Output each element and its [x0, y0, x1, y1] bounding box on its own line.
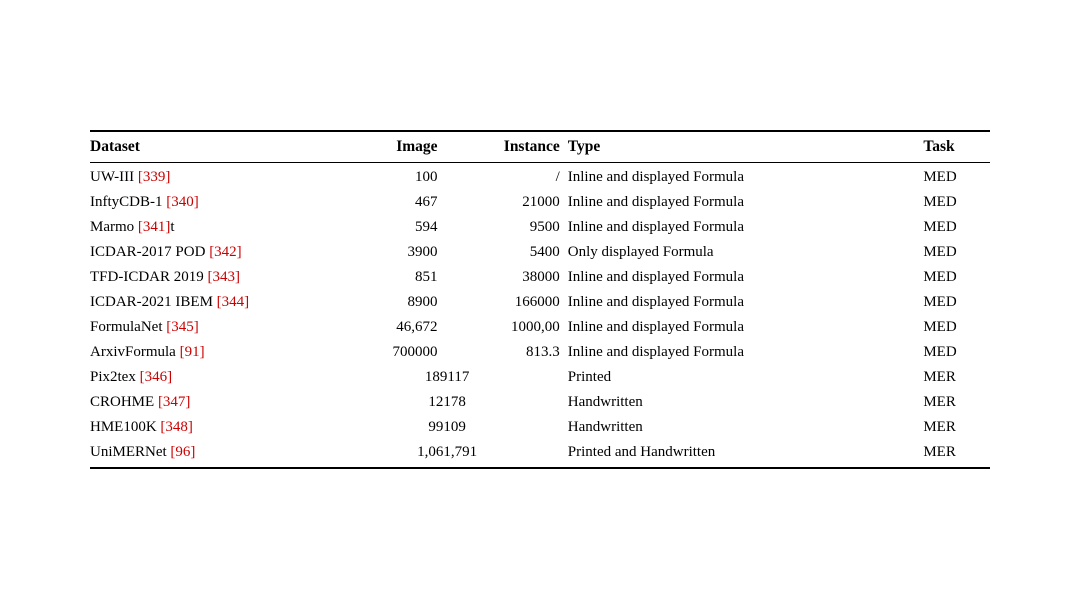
- table-row: UW-III [339]100/Inline and displayed For…: [90, 163, 990, 191]
- header-row: Dataset Image Instance Type Task: [90, 131, 990, 163]
- cell-dataset: CROHME [347]: [90, 390, 334, 415]
- cell-instance: 1000,00: [446, 315, 568, 340]
- cell-task: MER: [923, 365, 990, 390]
- cell-type: Handwritten: [568, 415, 924, 440]
- table-row: InftyCDB-1 [340]46721000Inline and displ…: [90, 190, 990, 215]
- header-type: Type: [568, 131, 924, 163]
- cell-instance: 5400: [446, 240, 568, 265]
- cell-dataset: ICDAR-2017 POD [342]: [90, 240, 334, 265]
- table-row: TFD-ICDAR 2019 [343]85138000Inline and d…: [90, 265, 990, 290]
- cell-merged-count: 99109: [334, 415, 567, 440]
- cell-image: 8900: [334, 290, 445, 315]
- cell-dataset: UW-III [339]: [90, 163, 334, 191]
- cell-task: MED: [923, 240, 990, 265]
- cell-dataset: Marmo [341]t: [90, 215, 334, 240]
- cell-task: MED: [923, 163, 990, 191]
- cell-type: Inline and displayed Formula: [568, 215, 924, 240]
- cell-image: 467: [334, 190, 445, 215]
- cell-instance: 38000: [446, 265, 568, 290]
- cell-task: MED: [923, 315, 990, 340]
- cell-type: Inline and displayed Formula: [568, 340, 924, 365]
- header-dataset: Dataset: [90, 131, 334, 163]
- table-row: CROHME [347]12178HandwrittenMER: [90, 390, 990, 415]
- cell-instance: 166000: [446, 290, 568, 315]
- cell-type: Inline and displayed Formula: [568, 290, 924, 315]
- table-row: Marmo [341]t5949500Inline and displayed …: [90, 215, 990, 240]
- cell-image: 46,672: [334, 315, 445, 340]
- table-container: Dataset Image Instance Type Task UW-III …: [60, 110, 1020, 489]
- table-row: ICDAR-2017 POD [342]39005400Only display…: [90, 240, 990, 265]
- cell-image: 3900: [334, 240, 445, 265]
- cell-image: 100: [334, 163, 445, 191]
- cell-dataset: InftyCDB-1 [340]: [90, 190, 334, 215]
- cell-type: Inline and displayed Formula: [568, 315, 924, 340]
- cell-instance: 9500: [446, 215, 568, 240]
- cell-task: MED: [923, 290, 990, 315]
- cell-task: MER: [923, 440, 990, 468]
- cell-instance: 21000: [446, 190, 568, 215]
- cell-image: 594: [334, 215, 445, 240]
- table-row: ICDAR-2021 IBEM [344]8900166000Inline an…: [90, 290, 990, 315]
- cell-task: MER: [923, 415, 990, 440]
- table-row: HME100K [348]99109HandwrittenMER: [90, 415, 990, 440]
- cell-dataset: FormulaNet [345]: [90, 315, 334, 340]
- cell-dataset: ArxivFormula [91]: [90, 340, 334, 365]
- table-row: ArxivFormula [91]700000813.3Inline and d…: [90, 340, 990, 365]
- table-row: Pix2tex [346]189117PrintedMER: [90, 365, 990, 390]
- cell-task: MED: [923, 215, 990, 240]
- cell-dataset: UniMERNet [96]: [90, 440, 334, 468]
- cell-task: MED: [923, 265, 990, 290]
- cell-type: Printed and Handwritten: [568, 440, 924, 468]
- table-row: FormulaNet [345]46,6721000,00Inline and …: [90, 315, 990, 340]
- cell-type: Inline and displayed Formula: [568, 163, 924, 191]
- cell-task: MED: [923, 340, 990, 365]
- header-image: Image: [334, 131, 445, 163]
- cell-merged-count: 189117: [334, 365, 567, 390]
- cell-task: MER: [923, 390, 990, 415]
- cell-type: Handwritten: [568, 390, 924, 415]
- cell-dataset: ICDAR-2021 IBEM [344]: [90, 290, 334, 315]
- cell-instance: /: [446, 163, 568, 191]
- cell-image: 700000: [334, 340, 445, 365]
- cell-type: Printed: [568, 365, 924, 390]
- cell-image: 851: [334, 265, 445, 290]
- cell-type: Inline and displayed Formula: [568, 265, 924, 290]
- header-instance: Instance: [446, 131, 568, 163]
- cell-dataset: Pix2tex [346]: [90, 365, 334, 390]
- header-task: Task: [923, 131, 990, 163]
- cell-type: Only displayed Formula: [568, 240, 924, 265]
- cell-task: MED: [923, 190, 990, 215]
- cell-type: Inline and displayed Formula: [568, 190, 924, 215]
- main-table: Dataset Image Instance Type Task UW-III …: [90, 130, 990, 469]
- cell-dataset: TFD-ICDAR 2019 [343]: [90, 265, 334, 290]
- cell-instance: 813.3: [446, 340, 568, 365]
- cell-merged-count: 1,061,791: [334, 440, 567, 468]
- cell-merged-count: 12178: [334, 390, 567, 415]
- table-row: UniMERNet [96]1,061,791Printed and Handw…: [90, 440, 990, 468]
- cell-dataset: HME100K [348]: [90, 415, 334, 440]
